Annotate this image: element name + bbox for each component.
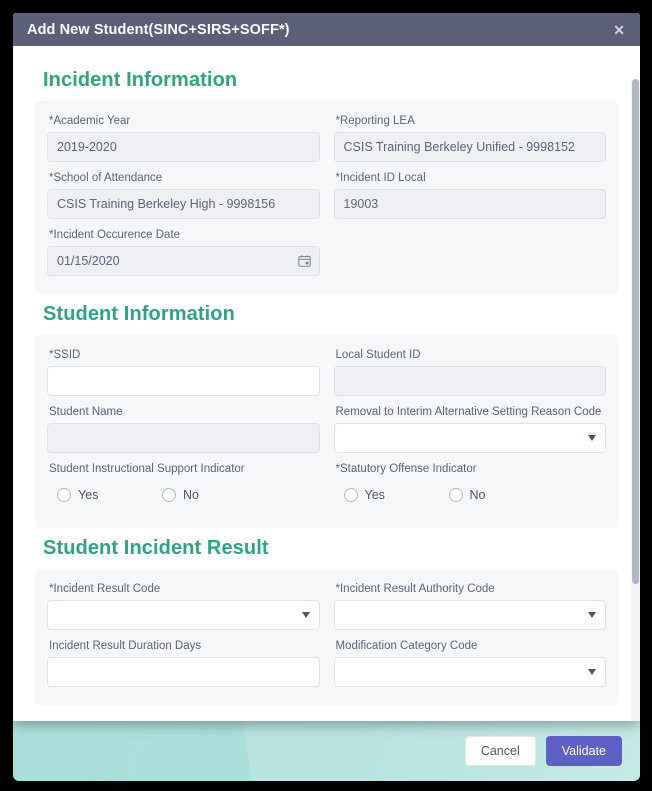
field-school-of-attendance: *School of Attendance CSIS Training Berke…	[47, 168, 320, 225]
field-reporting-lea: *Reporting LEA CSIS Training Berkeley Uni…	[333, 111, 606, 168]
radio-statutory-offense-indicator-yes[interactable]: Yes	[343, 488, 449, 502]
field-row: *Incident Occurence Date 01/15/2020	[47, 225, 606, 282]
value-incident-id-local: 19003	[343, 197, 379, 211]
chevron-down-icon[interactable]	[301, 612, 310, 618]
label-incident-id-local: *Incident ID Local	[335, 172, 426, 184]
chevron-down-icon[interactable]	[588, 435, 596, 441]
label-incident-result-authority-code: *Incident Result Authority Code	[335, 583, 495, 595]
close-icon[interactable]: ✕	[610, 21, 628, 39]
field-row: *SSID Local Student ID	[47, 345, 606, 402]
value-incident-occurence-date: 01/15/2020	[57, 254, 120, 268]
label-ssid: *SSID	[49, 349, 81, 361]
field-row: Incident Result Duration Days Modificatio…	[47, 636, 606, 693]
radio-circle-icon[interactable]	[57, 488, 71, 502]
radio-label: Yes	[78, 488, 99, 502]
field-academic-year: *Academic Year 2019-2020	[47, 111, 320, 168]
label-academic-year: *Academic Year	[49, 115, 131, 127]
label-removal-to-interim-alternative-setting-reason-code: Removal to Interim Alternative Setting R…	[335, 406, 602, 418]
label-incident-occurence-date: *Incident Occurence Date	[49, 229, 181, 241]
modal-body: Incident Information *Academic Year 2019-2…	[13, 46, 640, 721]
label-student-instructional-support-indicator: Student Instructional Support Indicator	[49, 463, 245, 475]
radio-circle-icon[interactable]	[448, 488, 463, 502]
cancel-button[interactable]: Cancel	[464, 736, 536, 766]
select-removal-to-interim-alternative-setting-reason-code[interactable]	[333, 423, 606, 453]
field-row: *School of Attendance CSIS Training Berke…	[47, 168, 606, 225]
field-row: *Incident Result Code *Incident Result Au…	[47, 579, 606, 636]
radio-label: No	[469, 488, 486, 502]
field-row: Student Instructional Support Indicator Y…	[47, 459, 606, 516]
value-school-of-attendance: CSIS Training Berkeley High - 9998156	[57, 197, 276, 211]
add-new-student-modal: Add New Student(SINC+SIRS+SOFF*) ✕ Incid…	[13, 13, 640, 721]
radio-circle-icon[interactable]	[343, 488, 358, 502]
field-incident-result-duration-days: Incident Result Duration Days	[47, 636, 320, 693]
field-ssid: *SSID	[47, 345, 320, 402]
radio-group-student-instructional-support-indicator: Yes No	[47, 480, 320, 510]
select-modification-category-code[interactable]	[333, 657, 606, 687]
modal-footer: Cancel Validate	[13, 721, 640, 781]
field-local-student-id: Local Student ID	[333, 345, 606, 402]
radio-student-instructional-support-indicator-yes[interactable]: Yes	[57, 488, 162, 502]
section-heading-student-information: Student Information	[43, 303, 235, 325]
radio-statutory-offense-indicator-no[interactable]: No	[448, 488, 554, 502]
field-statutory-offense-indicator: *Statutory Offense Indicator Yes No	[334, 459, 607, 516]
radio-student-instructional-support-indicator-no[interactable]: No	[162, 488, 267, 502]
input-reporting-lea[interactable]: CSIS Training Berkeley Unified - 9998152	[333, 132, 606, 162]
input-local-student-id[interactable]	[333, 366, 606, 396]
section-panel-incident-information: *Academic Year 2019-2020 *Reporting LEA CSI…	[35, 101, 618, 294]
label-modification-category-code: Modification Category Code	[335, 640, 478, 652]
section-panel-student-information: *SSID Local Student ID Student Name Removal…	[35, 335, 618, 528]
modal-header: Add New Student(SINC+SIRS+SOFF*) ✕	[13, 13, 640, 46]
chevron-down-icon[interactable]	[588, 669, 596, 675]
field-student-name: Student Name	[47, 402, 320, 459]
calendar-icon[interactable]	[297, 255, 311, 268]
input-academic-year[interactable]: 2019-2020	[47, 132, 320, 162]
value-reporting-lea: CSIS Training Berkeley Unified - 9998152	[343, 140, 575, 154]
section-heading-incident-information: Incident Information	[43, 69, 238, 91]
input-incident-id-local[interactable]: 19003	[333, 189, 606, 219]
label-statutory-offense-indicator: *Statutory Offense Indicator	[335, 463, 477, 475]
input-incident-occurence-date[interactable]: 01/15/2020	[47, 246, 320, 276]
label-incident-result-duration-days: Incident Result Duration Days	[49, 640, 202, 652]
input-ssid[interactable]	[47, 366, 320, 396]
label-reporting-lea: *Reporting LEA	[335, 115, 415, 127]
validate-button[interactable]: Validate	[545, 736, 622, 766]
radio-label: Yes	[364, 488, 385, 502]
section-heading-student-incident-result: Student Incident Result	[43, 537, 269, 559]
field-incident-result-code: *Incident Result Code	[47, 579, 320, 636]
section-panel-student-incident-result: *Incident Result Code *Incident Result Au…	[35, 569, 618, 705]
radio-group-statutory-offense-indicator: Yes No	[334, 480, 607, 510]
input-incident-result-duration-days[interactable]	[47, 657, 320, 687]
modal-scrollbar-thumb[interactable]	[632, 79, 639, 584]
field-student-instructional-support-indicator: Student Instructional Support Indicator Y…	[47, 459, 320, 516]
input-student-name[interactable]	[47, 423, 320, 453]
field-modification-category-code: Modification Category Code	[333, 636, 606, 693]
radio-circle-icon[interactable]	[162, 488, 176, 502]
radio-label: No	[183, 488, 199, 502]
field-row: Student Name Removal to Interim Alternati…	[47, 402, 606, 459]
chevron-down-icon[interactable]	[588, 612, 596, 618]
modal-title: Add New Student(SINC+SIRS+SOFF*)	[27, 21, 290, 38]
label-school-of-attendance: *School of Attendance	[49, 172, 163, 184]
label-local-student-id: Local Student ID	[335, 349, 421, 361]
field-row: *Academic Year 2019-2020 *Reporting LEA CSI…	[47, 111, 606, 168]
label-student-name: Student Name	[49, 406, 123, 418]
label-incident-result-code: *Incident Result Code	[49, 583, 161, 595]
field-incident-occurence-date: *Incident Occurence Date 01/15/2020	[47, 225, 320, 282]
input-school-of-attendance[interactable]: CSIS Training Berkeley High - 9998156	[47, 189, 320, 219]
value-academic-year: 2019-2020	[57, 140, 117, 154]
field-incident-result-authority-code: *Incident Result Authority Code	[333, 579, 606, 636]
field-incident-id-local: *Incident ID Local 19003	[333, 168, 606, 225]
select-incident-result-authority-code[interactable]	[333, 600, 606, 630]
modal-scrollbar[interactable]	[631, 79, 640, 721]
select-incident-result-code[interactable]	[47, 600, 320, 630]
field-removal-to-interim-alternative-setting-reason-code: Removal to Interim Alternative Setting R…	[333, 402, 606, 459]
